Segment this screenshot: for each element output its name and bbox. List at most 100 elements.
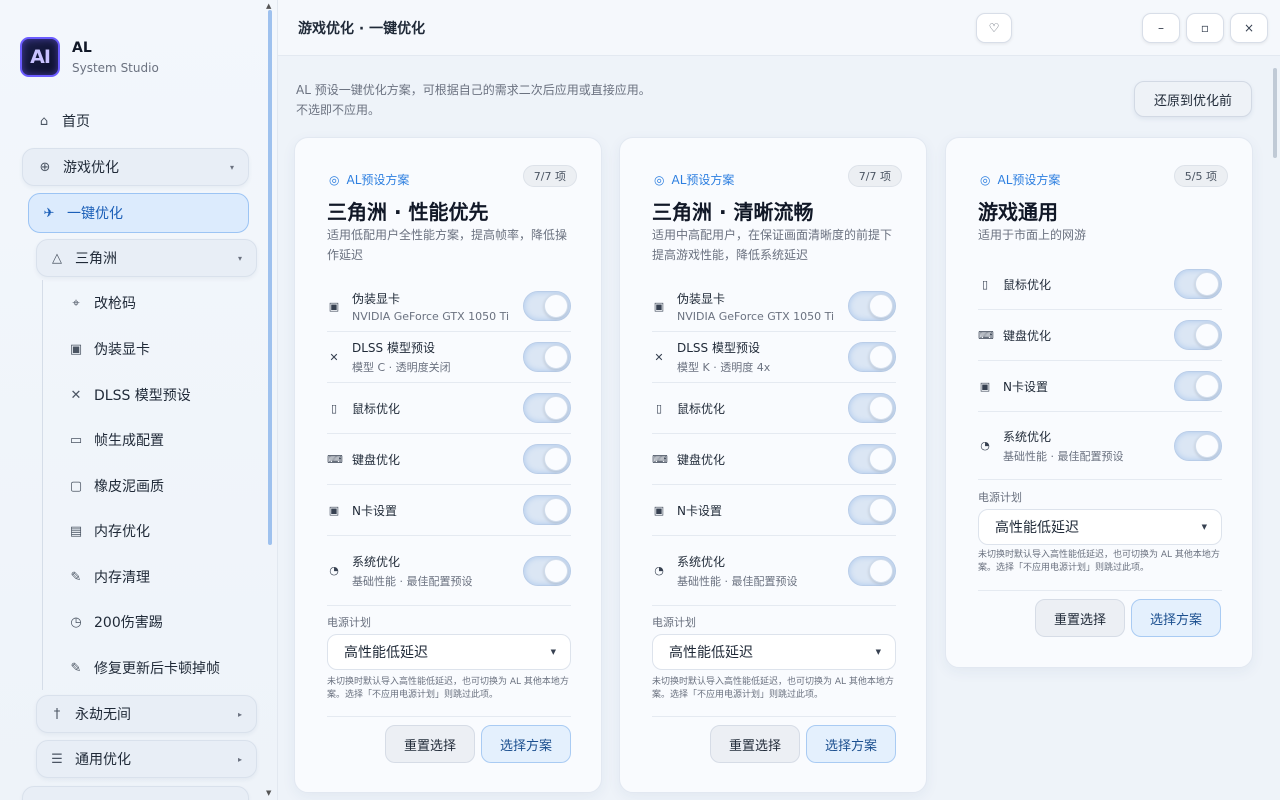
title-bar: 游戏优化 · 一键优化 ♡ – ▫ × (278, 0, 1280, 56)
gauge-icon: ◔ (329, 564, 339, 577)
option-toggle[interactable] (848, 555, 896, 586)
sidebar-item-label: 内存清理 (94, 570, 150, 586)
chevron-down-icon: ▼ (550, 648, 556, 656)
reset-button[interactable]: 重置选择 (385, 725, 475, 763)
chevron-right-icon: ▸ (237, 709, 242, 719)
sidebar-item-200dmg[interactable]: ◷ 200伤害踢 (66, 609, 162, 635)
scroll-down-icon[interactable]: ▼ (266, 789, 271, 797)
memory-icon: ▤ (69, 523, 83, 539)
card-description: 适用于市面上的网游 (978, 228, 1087, 242)
scroll-up-icon[interactable]: ▲ (266, 2, 271, 10)
main-content: 游戏优化 · 一键优化 ♡ – ▫ × AL 预设一键优化方案，可根据自己的需求… (278, 0, 1280, 800)
x-icon: ✕ (70, 387, 82, 403)
sidebar-item-label: 游戏优化 (63, 160, 119, 176)
option-toggle[interactable] (523, 393, 571, 423)
card-title: 三角洲 · 性能优先 (327, 200, 489, 224)
choose-plan-button[interactable]: 选择方案 (1131, 599, 1221, 637)
keyboard-icon: ⌨ (327, 452, 343, 466)
gauge-icon: ◔ (654, 564, 664, 577)
power-plan-note: 未切换时默认导入高性能低延迟，也可切换为 AL 其他本地方案。选择「不应用电源计… (327, 677, 569, 700)
sidebar-item-framegen[interactable]: ▭ 帧生成配置 (66, 427, 164, 453)
option-toggle[interactable] (1174, 320, 1222, 350)
option-toggle[interactable] (848, 444, 896, 474)
preset-card: ◎ AL预设方案 7/7 项 三角洲 · 清晰流畅 适用中高配用户，在保证画面清晰… (619, 137, 927, 793)
power-plan-select[interactable]: 高性能低延迟 ▼ (978, 509, 1222, 545)
mouse-icon: ▯ (655, 401, 663, 415)
power-plan-label: 电源计划 (652, 616, 696, 629)
sidebar-item-yongjie[interactable]: † 永劫无间 ▸ (36, 695, 257, 733)
sidebar-item-label: 永劫无间 (75, 707, 131, 723)
power-plan-label: 电源计划 (978, 491, 1022, 504)
sidebar-item-fix-stutter[interactable]: ✎ 修复更新后卡顿掉帧 (66, 655, 220, 681)
sidebar-item-label: 帧生成配置 (94, 433, 164, 449)
option-row: ◔ 系统优化 基础性能 · 最佳配置预设 (652, 536, 896, 606)
option-toggle[interactable] (1174, 430, 1222, 461)
option-row: ▣ N卡设置 (327, 485, 571, 536)
restore-button[interactable]: 还原到优化前 (1134, 81, 1252, 117)
sidebar-item-label: DLSS 模型预设 (94, 388, 191, 404)
choose-plan-button[interactable]: 选择方案 (481, 725, 571, 763)
clock-icon: ◷ (70, 614, 82, 630)
app-logo: AI (20, 37, 60, 77)
close-button[interactable]: × (1230, 13, 1268, 43)
reset-button[interactable]: 重置选择 (1035, 599, 1125, 637)
power-plan-select[interactable]: 高性能低延迟 ▼ (327, 634, 571, 670)
chip-icon: ▣ (328, 299, 340, 313)
option-toggle[interactable] (523, 291, 571, 321)
sword-icon: † (53, 706, 61, 722)
sidebar-item-delta[interactable]: △ 三角洲 ▾ (36, 239, 257, 277)
sidebar-item-game-opt[interactable]: ⊕ 游戏优化 ▾ (22, 148, 249, 186)
option-row: ✕ DLSS 模型预设 模型 K · 透明度 4x (652, 332, 896, 383)
power-plan-label: 电源计划 (327, 616, 371, 629)
option-row: ▯ 鼠标优化 (327, 383, 571, 434)
sidebar-item-one-click[interactable]: ✈ 一键优化 (28, 193, 249, 233)
sidebar-item-label: 伪装显卡 (94, 342, 150, 358)
target-icon: ⌖ (72, 295, 80, 311)
option-toggle[interactable] (848, 342, 896, 372)
sidebar-item-general[interactable]: ☰ 通用优化 ▸ (36, 740, 257, 778)
sidebar-item-mem-clean[interactable]: ✎ 内存清理 (66, 564, 150, 590)
preset-tag: ◎ AL预设方案 (329, 172, 410, 188)
maximize-button[interactable]: ▫ (1186, 13, 1224, 43)
option-toggle[interactable] (848, 393, 896, 423)
option-toggle[interactable] (848, 291, 896, 321)
preset-tag: ◎ AL预设方案 (980, 172, 1061, 188)
sidebar-item-dlss[interactable]: ✕ DLSS 模型预设 (66, 382, 191, 408)
wrench-icon: ✎ (70, 660, 82, 676)
chip-icon: ▣ (328, 503, 340, 517)
reset-button[interactable]: 重置选择 (710, 725, 800, 763)
preset-tag: ◎ AL预设方案 (654, 172, 735, 188)
sidebar-scrollbar[interactable] (268, 10, 272, 545)
sidebar-item-home[interactable]: ⌂ 首页 (34, 108, 90, 134)
sidebar-item-fake-gpu[interactable]: ▣ 伪装显卡 (66, 336, 150, 362)
power-plan-select[interactable]: 高性能低延迟 ▼ (652, 634, 896, 670)
option-toggle[interactable] (523, 555, 571, 586)
broom-icon: ✎ (70, 569, 82, 585)
sidebar-item-mem-opt[interactable]: ▤ 内存优化 (66, 518, 150, 544)
sidebar-item-gun-code[interactable]: ⌖ 改枪码 (66, 290, 136, 316)
option-toggle[interactable] (848, 495, 896, 525)
option-toggle[interactable] (523, 444, 571, 474)
sidebar-item-partial[interactable] (22, 786, 249, 800)
option-toggle[interactable] (1174, 269, 1222, 299)
sidebar-item-label: 改枪码 (94, 296, 136, 312)
option-row: ⌨ 键盘优化 (652, 434, 896, 485)
option-toggle[interactable] (523, 495, 571, 525)
gauge-icon: ◔ (980, 439, 990, 452)
chevron-down-icon: ▾ (237, 253, 242, 263)
close-icon: × (1243, 21, 1255, 35)
favorite-button[interactable]: ♡ (976, 13, 1012, 43)
card-title: 游戏通用 (978, 200, 1058, 224)
option-toggle[interactable] (1174, 371, 1222, 401)
chip-icon: ▣ (979, 379, 991, 393)
option-toggle[interactable] (523, 342, 571, 372)
preset-card: ◎ AL预设方案 5/5 项 游戏通用 适用于市面上的网游 ▯ 鼠标优化 ⌨ 键盘… (945, 137, 1253, 668)
item-count-badge: 7/7 项 (522, 165, 577, 187)
option-row: ◔ 系统优化 基础性能 · 最佳配置预设 (978, 412, 1222, 480)
minimize-button[interactable]: – (1142, 13, 1180, 43)
option-row: ▣ N卡设置 (652, 485, 896, 536)
triangle-icon: △ (52, 250, 62, 266)
sidebar-item-clay[interactable]: ▢ 橡皮泥画质 (66, 473, 164, 499)
choose-plan-button[interactable]: 选择方案 (806, 725, 896, 763)
main-scrollbar[interactable] (1273, 68, 1277, 158)
